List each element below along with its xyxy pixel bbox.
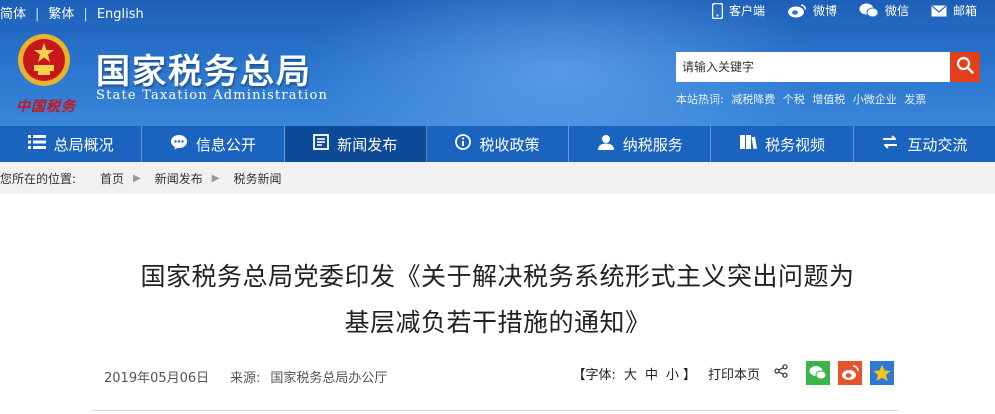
breadcrumb-separator-icon: ▶ [211,172,220,184]
national-emblem-logo[interactable] [16,32,72,88]
lang-traditional[interactable]: 繁体 [48,3,74,22]
share-weibo-icon[interactable] [838,361,862,385]
weibo-link-label: 微博 [812,4,837,18]
print-button[interactable]: 打印本页 [708,364,760,383]
top-links: 客户端 微博 微信 邮箱 [711,2,977,19]
wechat-icon [859,3,879,18]
source-value: 国家税务总局办公厅 [270,371,388,386]
hot-words: 本站热词: 减税降费 个税 增值税 小微企业 发票 [676,91,930,107]
nav-item-overview[interactable]: 总局概况 [0,126,143,162]
breadcrumb-home[interactable]: 首页 [100,170,124,187]
breadcrumb: 您所在的位置: 首页 ▶ 新闻发布 ▶ 税务新闻 [0,162,995,194]
info-icon [455,134,472,154]
breadcrumb-news[interactable]: 新闻发布 [155,170,203,187]
weibo-link[interactable]: 微博 [787,2,837,19]
share-wechat-icon[interactable] [806,361,830,385]
search-input[interactable] [676,52,950,82]
content-divider [92,410,898,411]
mail-link-label: 邮箱 [952,4,977,18]
nav-item-label: 信息公开 [195,135,256,154]
article-title-line: 国家税务总局党委印发《关于解决税务系统形式主义突出问题为 [140,262,855,291]
wechat-link-label: 微信 [884,4,909,18]
main-nav: 总局概况 信息公开 新闻发布 税收政策 纳税服务 税务视频 互动交流 [0,126,995,162]
video-icon [739,134,758,154]
client-link[interactable]: 客户端 [711,2,765,19]
nav-item-label: 新闻发布 [337,135,398,154]
hot-word[interactable]: 发票 [904,93,926,106]
brand-seal-text: 中国税务 [16,99,76,115]
exchange-icon [881,134,899,154]
article-title: 国家税务总局党委印发《关于解决税务系统形式主义突出问题为 基层减负若干措施的通知… [0,254,995,346]
nav-item-label: 税收政策 [479,135,540,154]
hot-word[interactable]: 增值税 [812,93,845,106]
nav-item-info-disclosure[interactable]: 信息公开 [142,126,285,162]
language-switcher: 简体 | 繁体 | English [0,3,144,22]
nav-item-interaction[interactable]: 互动交流 [854,126,995,162]
hot-word[interactable]: 减税降费 [731,93,775,106]
source-label: 来源: [230,371,261,386]
font-size-small[interactable]: 小 [666,364,679,383]
article-meta: 2019年05月06日 来源: 国家税务总局办公厅 【字体: 大 中 小 】 打印… [104,361,894,387]
chat-icon [170,134,188,154]
breadcrumb-tax-news[interactable]: 税务新闻 [233,170,281,187]
wechat-link[interactable]: 微信 [859,2,909,19]
share-qzone-icon[interactable] [870,361,894,385]
nav-item-label: 纳税服务 [622,135,683,154]
article-title-line: 基层减负若干措施的通知》 [344,308,651,337]
nav-item-tax-service[interactable]: 纳税服务 [569,126,712,162]
font-size-medium[interactable]: 中 [645,364,658,383]
share-icon[interactable] [774,364,788,382]
lang-simplified[interactable]: 简体 [0,3,26,22]
nav-item-label: 税务视频 [765,135,826,154]
lang-english[interactable]: English [97,7,144,22]
article-source: 来源: 国家税务总局办公厅 [230,367,387,386]
mail-icon [931,5,947,17]
search-box [676,52,980,82]
menu-icon [27,135,46,153]
search-icon [956,56,974,78]
person-icon [597,134,615,154]
breadcrumb-prefix: 您所在的位置: [0,171,77,186]
site-header: 简体 | 繁体 | English 客户端 微博 微信 邮箱 中国税务 国家税务… [0,0,995,126]
font-size-large[interactable]: 大 [624,364,637,383]
nav-item-news[interactable]: 新闻发布 [284,126,427,162]
search-button[interactable] [950,52,980,82]
article-tools: 【字体: 大 中 小 】 打印本页 [573,361,894,385]
article-date: 2019年05月06日 [104,371,210,386]
mail-link[interactable]: 邮箱 [931,2,977,19]
font-size-label-end: 】 [682,367,696,383]
weibo-icon [787,3,807,18]
nav-item-tax-video[interactable]: 税务视频 [711,126,854,162]
hot-word[interactable]: 小微企业 [853,93,897,106]
site-title[interactable]: 国家税务总局 [96,44,312,93]
nav-item-tax-policy[interactable]: 税收政策 [427,126,570,162]
news-icon [313,134,330,154]
breadcrumb-separator-icon: ▶ [133,172,141,184]
nav-item-label: 总局概况 [53,135,114,154]
site-subtitle: State Taxation Administration [96,88,329,103]
font-size-label: 【字体: [572,367,616,383]
mobile-icon [711,2,723,19]
client-link-label: 客户端 [728,4,765,18]
hot-word[interactable]: 个税 [783,93,805,106]
nav-item-label: 互动交流 [907,135,968,154]
hot-words-label: 本站热词: [676,93,724,106]
